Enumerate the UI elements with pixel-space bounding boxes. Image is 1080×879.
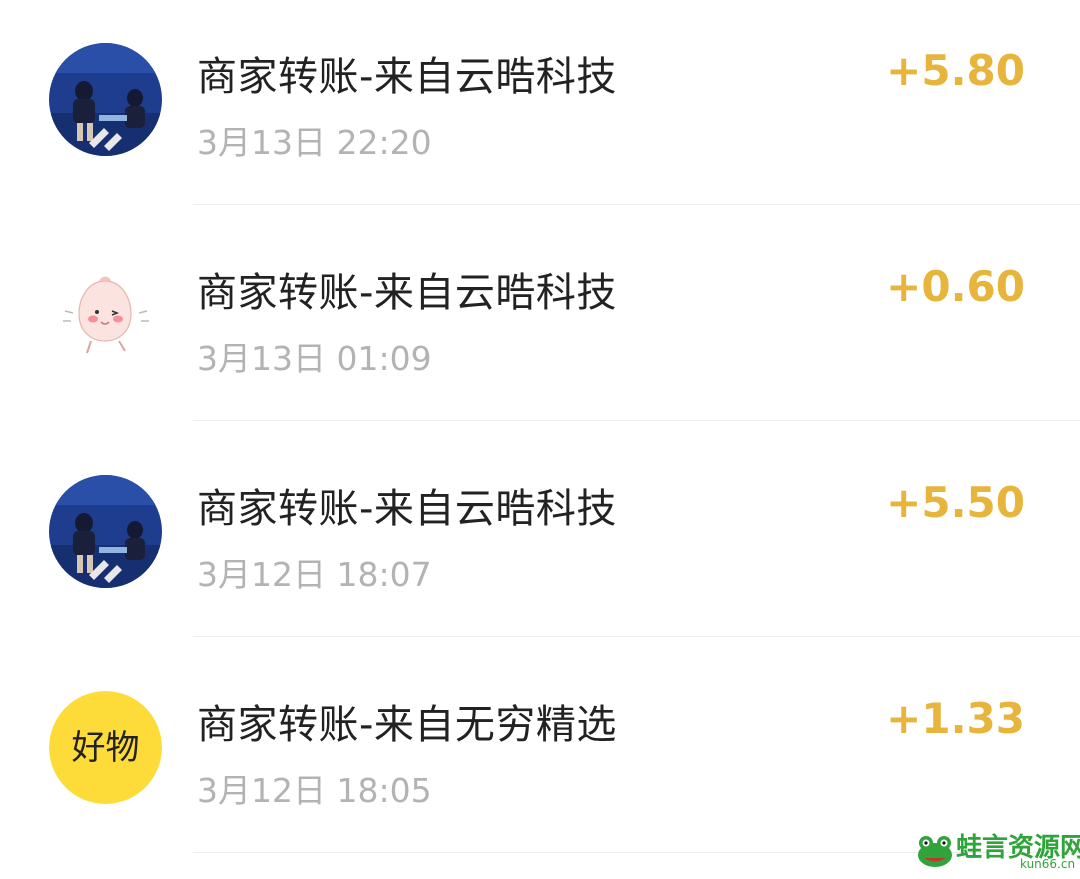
concert-photo-avatar: [49, 475, 162, 588]
transaction-time: 3月12日 18:05: [197, 771, 432, 810]
transaction-time: 3月13日 22:20: [197, 123, 432, 162]
transaction-time: 3月12日 18:07: [197, 555, 432, 594]
transaction-list: 商家转账-来自云晧科技 3月13日 22:20 +5.80 商家转账-来自云晧科…: [0, 0, 1080, 864]
frog-logo-icon: [918, 836, 952, 867]
row-divider: [193, 636, 1080, 637]
row-divider: [193, 204, 1080, 205]
transaction-title: 商家转账-来自无穷精选: [197, 702, 617, 748]
transaction-amount: +0.60: [886, 262, 1025, 311]
transaction-time: 3月13日 01:09: [197, 339, 432, 378]
haowu-logo-avatar: 好物: [49, 691, 162, 804]
transaction-title: 商家转账-来自云晧科技: [197, 486, 617, 532]
transaction-amount: +5.50: [886, 478, 1025, 527]
concert-photo-avatar: [49, 43, 162, 156]
transaction-title: 商家转账-来自云晧科技: [197, 270, 617, 316]
peach-cartoon-avatar: [49, 259, 162, 372]
haowu-logo-text: 好物: [72, 728, 140, 768]
transaction-title: 商家转账-来自云晧科技: [197, 54, 617, 100]
watermark-domain: kun66.cn: [1020, 857, 1076, 871]
transaction-row[interactable]: 商家转账-来自云晧科技 3月12日 18:07 +5.50: [0, 432, 1080, 648]
transaction-amount: +1.33: [886, 694, 1025, 743]
watermark: 蛙言资源网 kun66.cn: [916, 825, 1080, 875]
row-divider: [193, 420, 1080, 421]
transaction-amount: +5.80: [886, 46, 1025, 95]
transaction-row[interactable]: 商家转账-来自云晧科技 3月13日 01:09 +0.60: [0, 216, 1080, 432]
transaction-row[interactable]: 商家转账-来自云晧科技 3月13日 22:20 +5.80: [0, 0, 1080, 216]
